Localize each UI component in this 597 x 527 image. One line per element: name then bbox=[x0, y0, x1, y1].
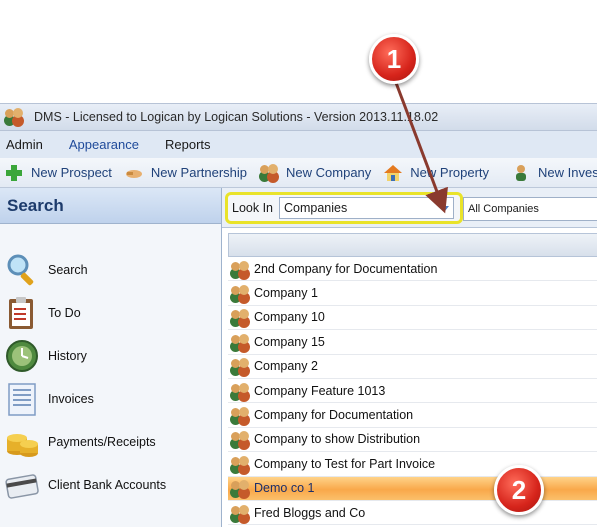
new-partnership-label: New Partnership bbox=[150, 165, 248, 180]
company-icon bbox=[230, 479, 250, 497]
menu-appearance[interactable]: Appearance bbox=[63, 137, 145, 152]
list-item[interactable]: Company Feature 1013 bbox=[228, 378, 597, 404]
scope-select[interactable]: All Companies bbox=[463, 197, 597, 221]
sidebar-item-label: History bbox=[48, 348, 87, 363]
list-item[interactable]: Company to Test for Part Invoice bbox=[228, 452, 597, 477]
new-partnership-button[interactable]: New Partnership bbox=[124, 163, 247, 183]
list-item[interactable]: Fred Bloggs and Co bbox=[228, 500, 597, 526]
invoice-icon bbox=[4, 381, 40, 417]
company-icon bbox=[230, 357, 250, 375]
company-icon bbox=[230, 406, 250, 424]
person-icon bbox=[511, 163, 533, 183]
list-item[interactable]: Company 10 bbox=[228, 305, 597, 331]
card-icon bbox=[4, 467, 40, 503]
company-icon bbox=[230, 284, 250, 302]
new-prospect-label: New Prospect bbox=[31, 165, 112, 180]
company-icon bbox=[230, 430, 250, 448]
company-name: Company to Test for Part Invoice bbox=[254, 456, 436, 471]
magnifier-icon bbox=[4, 252, 40, 288]
company-name: Company Feature 1013 bbox=[254, 383, 386, 398]
chevron-down-icon[interactable] bbox=[441, 206, 450, 211]
company-icon bbox=[230, 333, 250, 351]
menu-reports[interactable]: Reports bbox=[159, 137, 217, 152]
sidebar-item-todo[interactable]: To Do bbox=[0, 291, 221, 334]
callout-1: 1 bbox=[369, 34, 419, 84]
handshake-icon bbox=[124, 163, 146, 183]
sidebar-item-label: Invoices bbox=[48, 391, 94, 406]
company-name: Company 10 bbox=[254, 310, 325, 325]
callout-2: 2 bbox=[494, 465, 544, 515]
company-name: Company to show Distribution bbox=[254, 432, 421, 447]
sidebar-header: Search bbox=[0, 188, 221, 224]
menu-bar: Admin Appearance Reports bbox=[0, 131, 597, 158]
new-company-label: New Company bbox=[286, 165, 372, 180]
company-icon bbox=[230, 382, 250, 400]
list-item[interactable]: Company 1 bbox=[228, 281, 597, 306]
plus-icon bbox=[4, 163, 26, 183]
company-name: Company 2 bbox=[254, 359, 318, 374]
new-prospect-button[interactable]: New Prospect bbox=[4, 163, 112, 183]
house-icon bbox=[383, 163, 405, 183]
screenshot: DMS - Licensed to Logican by Logican Sol… bbox=[0, 0, 597, 527]
window-title: DMS - Licensed to Logican by Logican Sol… bbox=[34, 110, 439, 124]
list-item[interactable]: Company for Documentation bbox=[228, 403, 597, 428]
clipboard-icon bbox=[4, 295, 40, 331]
new-investor-label: New Inves bbox=[538, 165, 597, 180]
new-company-button[interactable]: New Company bbox=[259, 163, 371, 183]
toolbar: New Prospect New Partnership New Company… bbox=[0, 158, 597, 188]
filter-bar: Look In Companies All Companies bbox=[222, 188, 597, 228]
sidebar-item-label: Search bbox=[48, 262, 88, 277]
sidebar-item-history[interactable]: History bbox=[0, 334, 221, 377]
sidebar: Search Search To Do History Invoices Pay… bbox=[0, 188, 222, 527]
new-property-label: New Property bbox=[410, 165, 490, 180]
window-title-bar: DMS - Licensed to Logican by Logican Sol… bbox=[0, 103, 597, 131]
company-name: Company 15 bbox=[254, 334, 325, 349]
menu-admin[interactable]: Admin bbox=[0, 137, 49, 152]
scope-value: All Companies bbox=[468, 203, 539, 215]
sidebar-item-search[interactable]: Search bbox=[0, 248, 221, 291]
sidebar-item-label: To Do bbox=[48, 305, 81, 320]
list-item[interactable]: 2nd Company for Documentation bbox=[228, 257, 597, 282]
clock-icon bbox=[4, 338, 40, 374]
company-name: Company for Documentation bbox=[254, 408, 414, 423]
look-in-select[interactable]: Companies bbox=[279, 197, 455, 219]
look-in-label: Look In bbox=[232, 201, 274, 215]
sidebar-nav: Search To Do History Invoices Payments/R… bbox=[0, 248, 221, 506]
sidebar-item-payments[interactable]: Payments/Receipts bbox=[0, 420, 221, 463]
list-header bbox=[228, 233, 597, 257]
look-in-value: Companies bbox=[284, 201, 348, 215]
look-in-highlight: Look In Companies bbox=[225, 192, 463, 224]
app-icon bbox=[4, 107, 24, 127]
company-icon bbox=[230, 455, 250, 473]
people-icon bbox=[259, 163, 281, 183]
company-name: Company 1 bbox=[254, 286, 318, 301]
company-icon bbox=[230, 260, 250, 278]
company-icon bbox=[230, 308, 250, 326]
company-name: Fred Bloggs and Co bbox=[254, 505, 366, 520]
list-item[interactable]: Company to show Distribution bbox=[228, 427, 597, 453]
coins-icon bbox=[4, 424, 40, 460]
new-investor-button[interactable]: New Inves bbox=[511, 163, 597, 183]
sidebar-item-invoices[interactable]: Invoices bbox=[0, 377, 221, 420]
new-property-button[interactable]: New Property bbox=[383, 163, 489, 183]
company-name: Demo co 1 bbox=[254, 481, 315, 496]
sidebar-item-label: Client Bank Accounts bbox=[48, 477, 167, 492]
list-item[interactable]: Company 2 bbox=[228, 354, 597, 379]
company-icon bbox=[230, 504, 250, 522]
sidebar-item-client-bank-accounts[interactable]: Client Bank Accounts bbox=[0, 463, 221, 506]
list-item[interactable]: Company 15 bbox=[228, 330, 597, 355]
sidebar-item-label: Payments/Receipts bbox=[48, 434, 156, 449]
company-name: 2nd Company for Documentation bbox=[254, 261, 438, 276]
